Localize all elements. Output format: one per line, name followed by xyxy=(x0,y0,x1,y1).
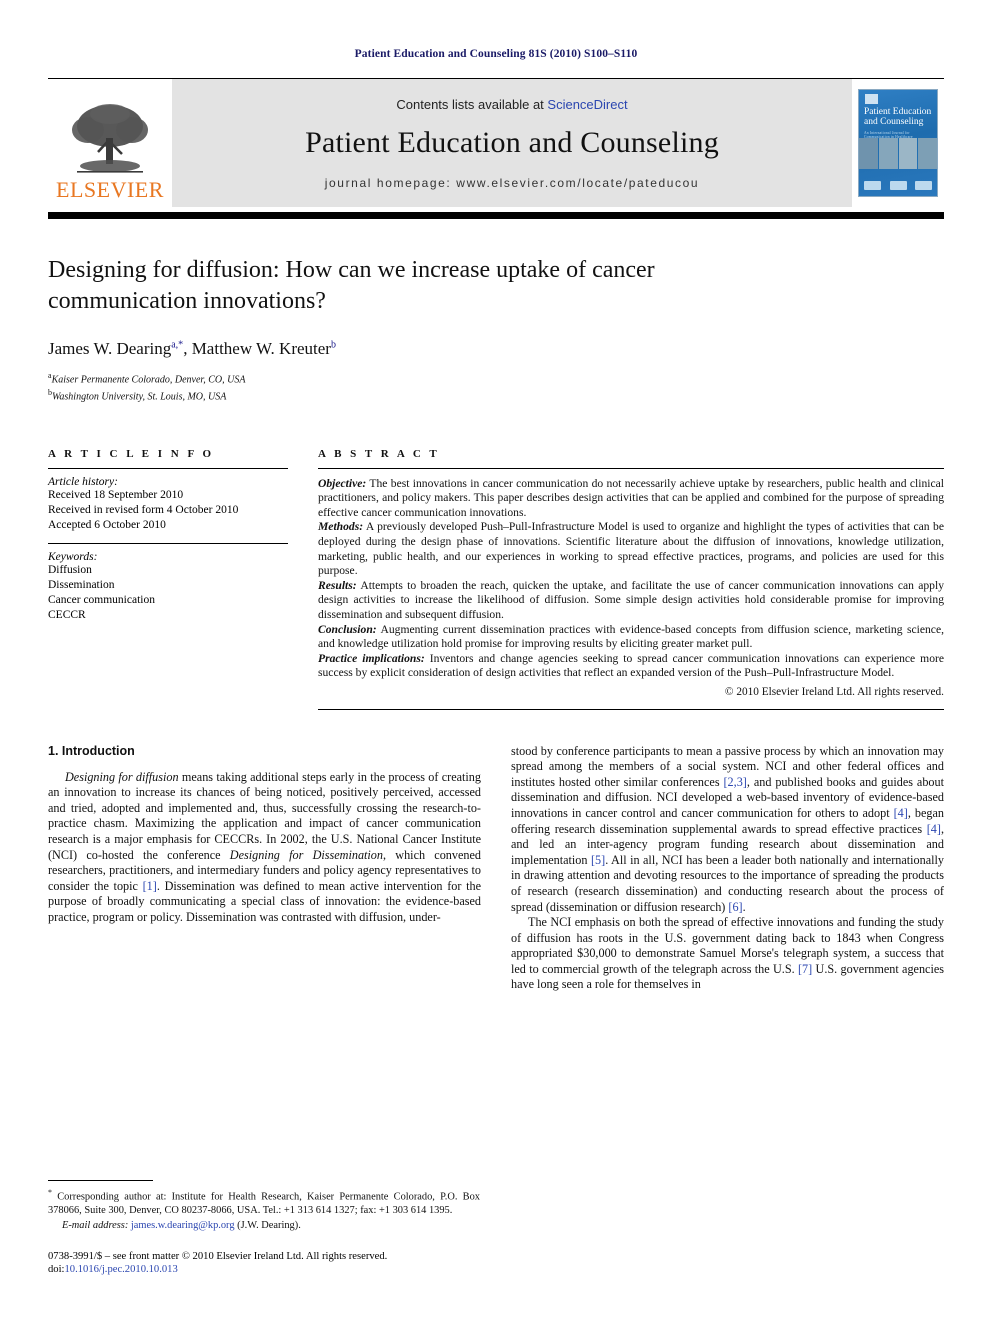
affiliation-b-text: Washington University, St. Louis, MO, US… xyxy=(52,391,227,403)
issn-line: 0738-3991/$ – see front matter © 2010 El… xyxy=(48,1250,388,1262)
keywords-group: Keywords: Diffusion Dissemination Cancer… xyxy=(48,544,288,633)
cover-title-line1: Patient Education xyxy=(864,107,932,117)
keyword-item: Cancer communication xyxy=(48,593,155,606)
abstract-methods: Methods: A previously developed Push–Pul… xyxy=(318,520,944,578)
keyword-item: CECCR xyxy=(48,608,86,621)
doi-prefix: doi: xyxy=(48,1264,65,1276)
intro-conference-title: Designing for Dissemination xyxy=(229,847,383,862)
citation-link[interactable]: [2,3] xyxy=(724,775,747,789)
citation-link[interactable]: [7] xyxy=(798,962,812,976)
journal-cover-thumbnail: Patient Education and Counseling An Inte… xyxy=(852,79,944,207)
abstract-column: A B S T R A C T Objective: The best inno… xyxy=(318,448,944,710)
abstract-label: A B S T R A C T xyxy=(318,447,440,460)
keyword-item: Dissemination xyxy=(48,578,115,591)
cover-photo-strip xyxy=(859,138,937,169)
citation-link[interactable]: [4] xyxy=(927,822,941,836)
citation-link[interactable]: [5] xyxy=(591,853,605,867)
masthead-center: Contents lists available at ScienceDirec… xyxy=(172,79,852,207)
email-link[interactable]: james.w.dearing@kp.org xyxy=(131,1220,235,1231)
sciencedirect-link[interactable]: ScienceDirect xyxy=(547,97,627,112)
info-abstract-region: A R T I C L E I N F O Article history: R… xyxy=(48,448,944,710)
right-text-6: . xyxy=(742,899,746,914)
contents-prefix: Contents lists available at xyxy=(396,96,548,112)
article-history-group: Article history: Received 18 September 2… xyxy=(48,469,288,543)
abstract-results-label: Results: xyxy=(318,578,357,592)
article-info-label: A R T I C L E I N F O xyxy=(48,447,215,460)
history-revised: Received in revised form 4 October 2010 xyxy=(48,503,239,516)
history-accepted: Accepted 6 October 2010 xyxy=(48,518,166,531)
abstract-copyright: © 2010 Elsevier Ireland Ltd. All rights … xyxy=(724,685,944,698)
contents-available-line: Contents lists available at ScienceDirec… xyxy=(396,97,627,112)
cover-image: Patient Education and Counseling An Inte… xyxy=(858,89,938,197)
affiliations: aKaiser Permanente Colorado, Denver, CO,… xyxy=(48,369,944,404)
elsevier-wordmark: ELSEVIER xyxy=(56,177,164,202)
abstract-rule-bottom xyxy=(318,708,944,710)
citation-link[interactable]: [4] xyxy=(894,806,908,820)
journal-homepage[interactable]: journal homepage: www.elsevier.com/locat… xyxy=(325,176,699,190)
abstract-practice-label: Practice implications: xyxy=(318,651,425,665)
doi-line: doi:10.1016/j.pec.2010.10.013 xyxy=(48,1263,480,1277)
author-2: Matthew W. Kreuter xyxy=(191,339,331,358)
citation-link[interactable]: [6] xyxy=(728,900,742,914)
abstract-conclusion: Conclusion: Augmenting current dissemina… xyxy=(318,623,944,652)
body-columns: 1. Introduction Designing for diffusion … xyxy=(48,744,944,994)
abstract-methods-label: Methods: xyxy=(318,520,364,534)
article-info-column: A R T I C L E I N F O Article history: R… xyxy=(48,448,288,710)
history-received: Received 18 September 2010 xyxy=(48,488,184,501)
issn-doi-block: 0738-3991/$ – see front matter © 2010 El… xyxy=(48,1250,480,1277)
body-column-left: 1. Introduction Designing for diffusion … xyxy=(48,744,481,994)
affiliation-a-text: Kaiser Permanente Colorado, Denver, CO, … xyxy=(51,374,246,386)
doi-link[interactable]: 10.1016/j.pec.2010.10.013 xyxy=(64,1264,177,1275)
abstract-practice-implications: Practice implications: Inventors and cha… xyxy=(318,652,944,681)
abstract-results-text: Attempts to broaden the reach, quicken t… xyxy=(318,578,944,621)
footnote-zone: * Corresponding author at: Institute for… xyxy=(48,1180,480,1277)
author-1-marks[interactable]: a,* xyxy=(171,339,183,350)
cover-society-logos xyxy=(864,179,932,191)
body-column-right: stood by conference participants to mean… xyxy=(511,744,944,994)
abstract-results: Results: Attempts to broaden the reach, … xyxy=(318,579,944,623)
footnote-rule xyxy=(48,1180,153,1182)
section-heading-introduction: 1. Introduction xyxy=(48,743,135,758)
journal-title: Patient Education and Counseling xyxy=(305,125,719,159)
author-2-marks[interactable]: b xyxy=(331,339,336,350)
email-suffix: (J.W. Dearing). xyxy=(234,1220,301,1232)
intro-paragraph-right-2: The NCI emphasis on both the spread of e… xyxy=(511,915,944,993)
keyword-item: Diffusion xyxy=(48,563,92,576)
abstract-conclusion-text: Augmenting current dissemination practic… xyxy=(318,622,944,651)
email-label: E-mail address: xyxy=(62,1220,129,1232)
citation-link[interactable]: [1] xyxy=(143,879,157,893)
corresponding-author-text: Corresponding author at: Institute for H… xyxy=(48,1191,480,1216)
masthead-divider xyxy=(48,212,944,219)
article-page: Patient Education and Counseling 81S (20… xyxy=(0,0,992,1323)
keywords-label: Keywords: xyxy=(48,550,98,563)
intro-paragraph-left: Designing for diffusion means taking add… xyxy=(48,770,481,926)
cover-title: Patient Education and Counseling xyxy=(864,107,933,127)
corresponding-author-note: * Corresponding author at: Institute for… xyxy=(48,1186,480,1217)
abstract-objective-label: Objective: xyxy=(318,476,367,490)
affiliation-a: aKaiser Permanente Colorado, Denver, CO,… xyxy=(48,369,944,386)
affiliation-b: bWashington University, St. Louis, MO, U… xyxy=(48,386,944,403)
running-head: Patient Education and Counseling 81S (20… xyxy=(354,48,638,60)
page-title: Designing for diffusion: How can we incr… xyxy=(48,257,655,314)
elsevier-tree-icon xyxy=(72,104,148,173)
abstract-objective-text: The best innovations in cancer communica… xyxy=(318,476,944,519)
email-note: E-mail address: james.w.dearing@kp.org (… xyxy=(48,1219,480,1232)
elsevier-logo: ELSEVIER xyxy=(48,79,172,207)
intro-lead-italic: Designing for diffusion xyxy=(65,769,179,784)
author-1: James W. Dearing xyxy=(48,339,172,358)
intro-paragraph-right-1: stood by conference participants to mean… xyxy=(511,744,944,916)
abstract-body: Objective: The best innovations in cance… xyxy=(318,469,944,700)
journal-masthead: ELSEVIER Contents lists available at Sci… xyxy=(48,78,944,207)
cover-publisher-badge xyxy=(865,94,878,104)
author-list: James W. Dearinga,*, Matthew W. Kreuterb xyxy=(48,339,336,358)
abstract-objective: Objective: The best innovations in cance… xyxy=(318,477,944,521)
abstract-conclusion-label: Conclusion: xyxy=(318,622,377,636)
abstract-methods-text: A previously developed Push–Pull-Infrast… xyxy=(318,520,944,578)
cover-title-line2: and Counseling xyxy=(864,117,924,127)
article-history-label: Article history: xyxy=(48,475,118,488)
title-block: Designing for diffusion: How can we incr… xyxy=(48,255,944,404)
